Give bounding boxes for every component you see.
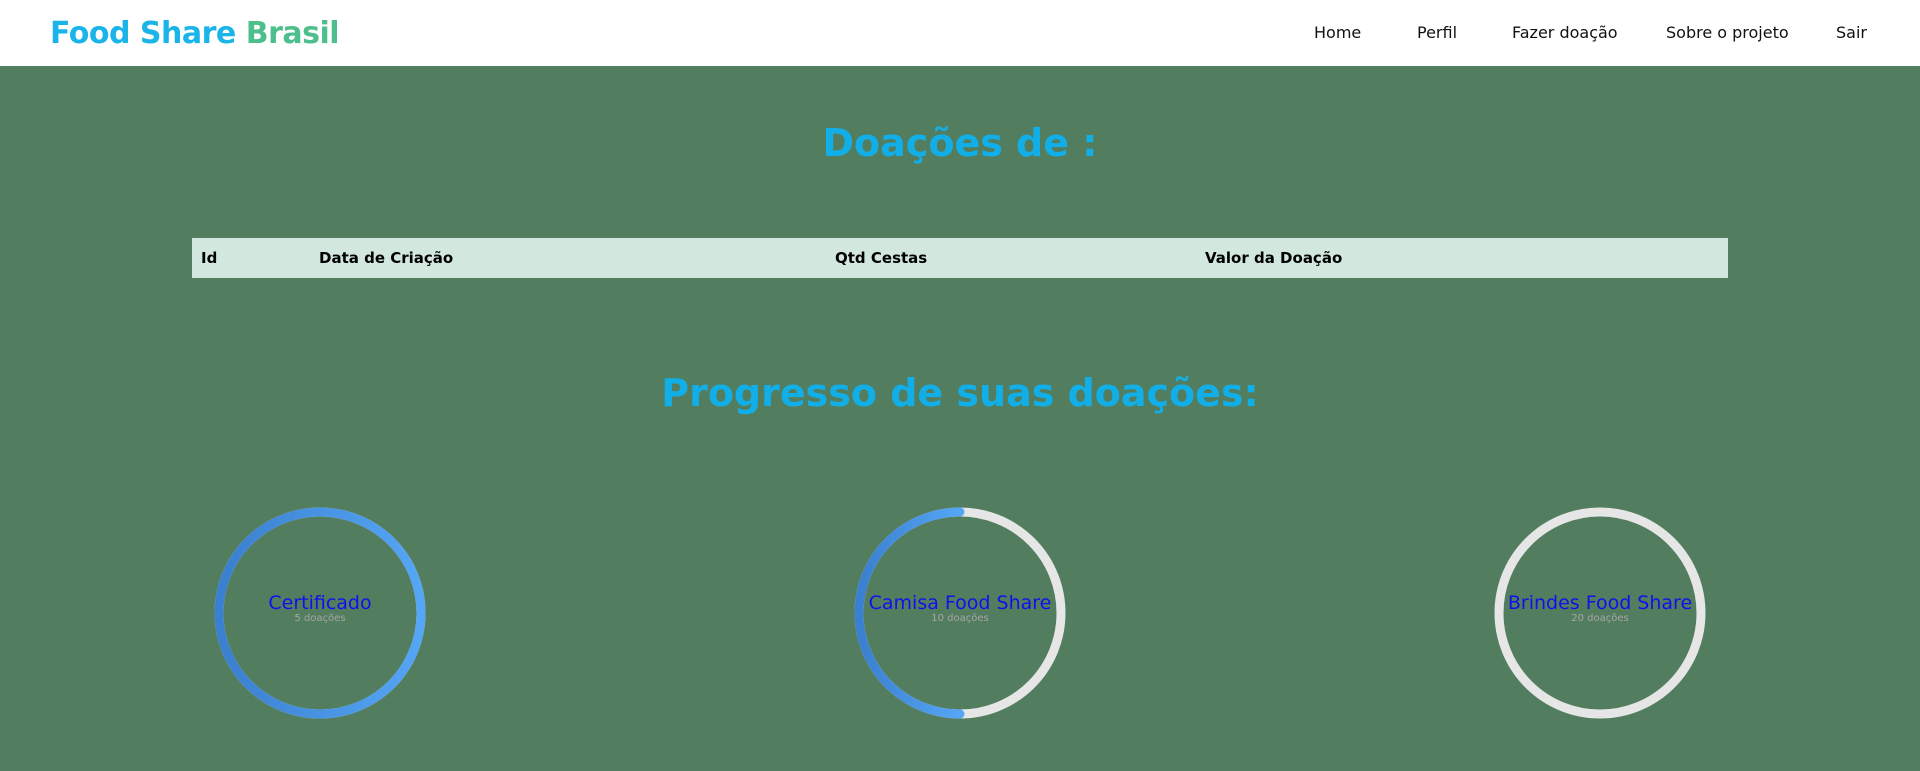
brand-logo[interactable]: Food Share Brasil [50, 14, 340, 54]
column-header-qtd-cestas: Qtd Cestas [835, 249, 928, 267]
brand-name-part2: Brasil [245, 16, 340, 51]
nav-link-sobre-projeto[interactable]: Sobre o projeto [1666, 22, 1789, 44]
navbar: Food Share Brasil Home Perfil Fazer doaç… [0, 0, 1920, 66]
donations-title: Doações de : [822, 121, 1098, 165]
goal-label: Brindes Food Share [1507, 592, 1693, 614]
goal-label: Camisa Food Share [868, 592, 1052, 614]
nav-link-perfil[interactable]: Perfil [1417, 22, 1457, 44]
progress-title: Progresso de suas doações: [661, 371, 1259, 415]
progress-ring-brindes: Brindes Food Share 20 doações [1494, 507, 1706, 719]
donations-table-header: Id Data de Criação Qtd Cestas Valor da D… [192, 238, 1728, 278]
brand-name-part1: Food Share [50, 16, 236, 51]
column-header-id: Id [201, 249, 218, 267]
goal-label: Certificado [268, 592, 372, 614]
goal-requirement: 10 doações [931, 613, 989, 624]
column-header-data-criacao: Data de Criação [319, 249, 454, 267]
column-header-valor-doacao: Valor da Doação [1205, 249, 1343, 267]
progress-ring-certificado: Certificado 5 doações [214, 507, 426, 719]
goal-requirement: 20 doações [1571, 613, 1629, 624]
progress-ring-camisa: Camisa Food Share 10 doações [854, 507, 1066, 719]
nav-link-home[interactable]: Home [1314, 22, 1361, 44]
nav-link-sair[interactable]: Sair [1836, 22, 1867, 44]
nav-link-fazer-doacao[interactable]: Fazer doação [1512, 22, 1618, 44]
goal-requirement: 5 doações [294, 613, 346, 624]
